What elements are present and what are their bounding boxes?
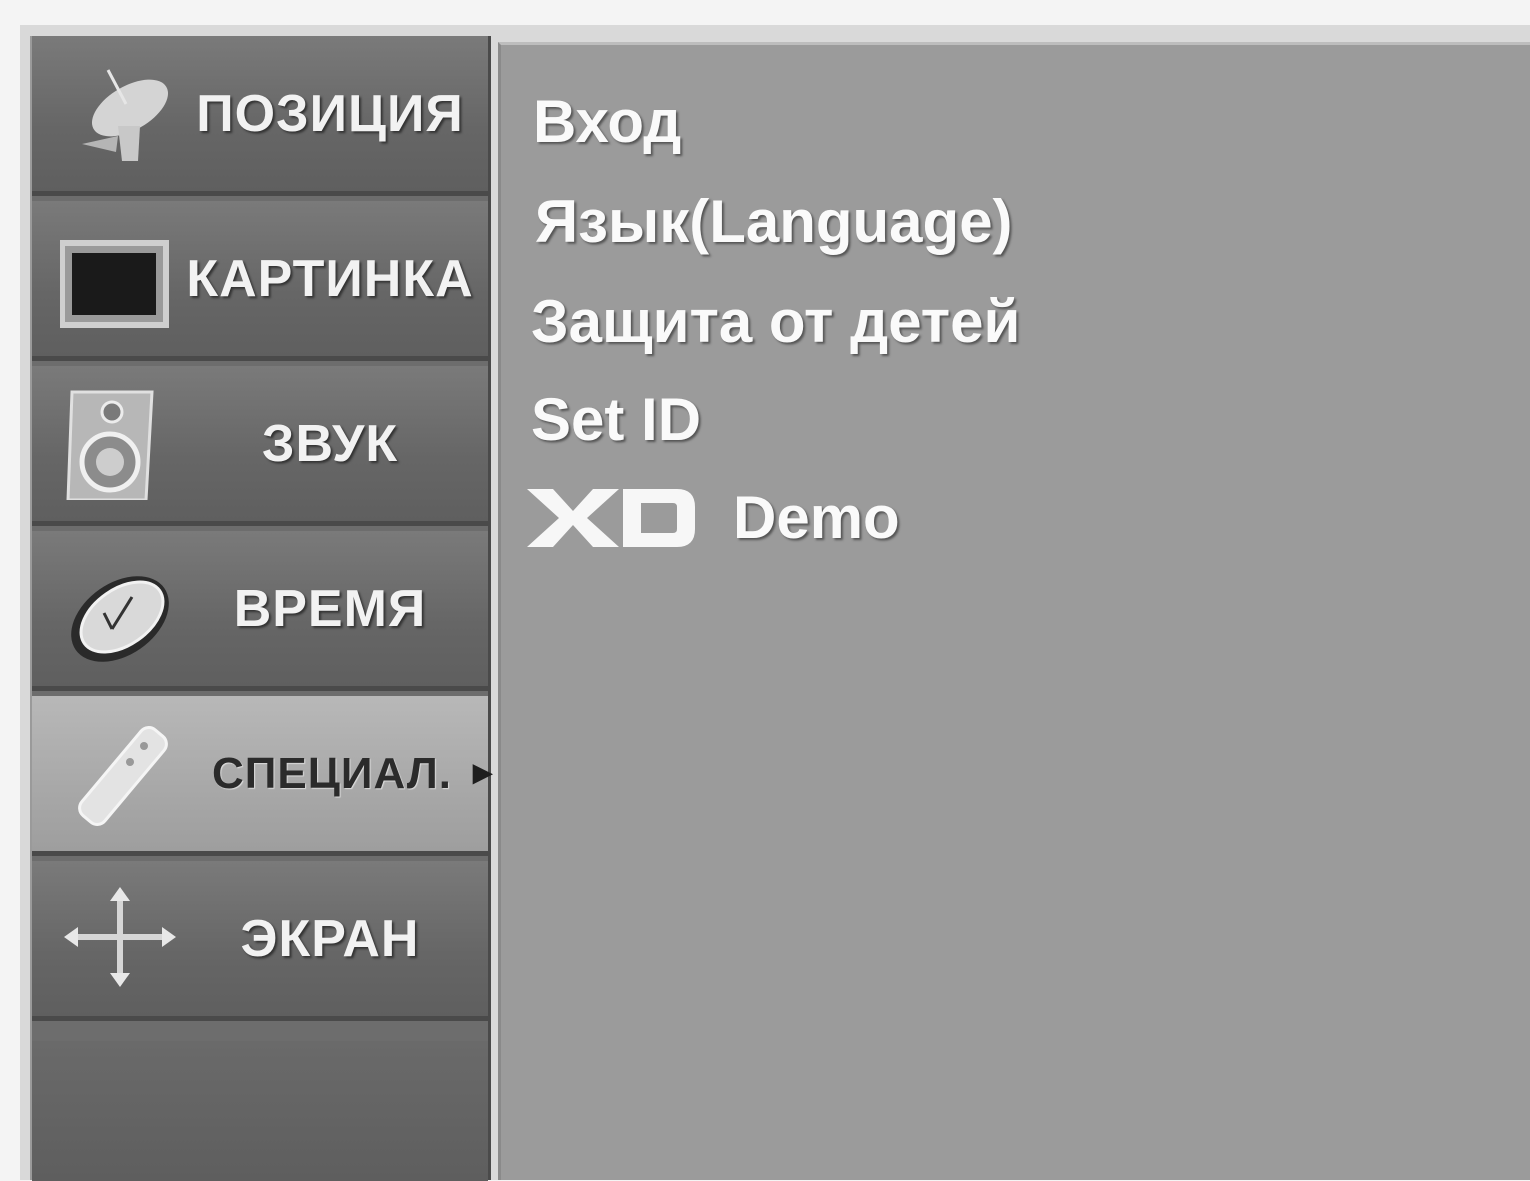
submenu-arrow-icon: ►: [465, 754, 501, 792]
sidebar-item-special[interactable]: СПЕЦИАЛ. ►: [32, 696, 500, 856]
xd-logo-icon: [527, 488, 695, 547]
sidebar-item-label: ПОЗИЦИЯ: [196, 84, 464, 143]
move-arrows-icon: [64, 887, 176, 987]
sidebar-item-label: ЭКРАН: [240, 909, 420, 968]
speaker-icon: [66, 390, 154, 500]
main-menu-sidebar: ПОЗИЦИЯ КАРТИНКА ЗВУК ВРЕМЯ СПЕЦИАЛ. ► Э…: [30, 36, 500, 1181]
sidebar-item-position[interactable]: ПОЗИЦИЯ: [32, 36, 488, 196]
submenu-panel: Вход Язык(Language) Защита от детей Set …: [498, 42, 1530, 1180]
menu-item-language[interactable]: Язык(Language): [535, 187, 1013, 256]
satellite-dish-icon: [82, 69, 168, 161]
remote-control-icon: [78, 726, 168, 826]
sidebar-item-label: СПЕЦИАЛ. ►: [212, 696, 500, 851]
sidebar-item-sound[interactable]: ЗВУК: [32, 366, 488, 526]
sidebar-empty-slot: [32, 1041, 488, 1181]
tv-screen-icon: [60, 240, 169, 328]
menu-item-xd-demo[interactable]: Demo: [527, 483, 900, 552]
sidebar-item-label-text: СПЕЦИАЛ.: [212, 748, 452, 798]
menu-item-input[interactable]: Вход: [533, 87, 681, 156]
menu-item-child-lock[interactable]: Защита от детей: [531, 287, 1020, 356]
sidebar-item-label: КАРТИНКА: [186, 249, 474, 308]
sidebar-item-label: ВРЕМЯ: [233, 579, 427, 638]
menu-item-label: Demo: [733, 484, 900, 551]
sidebar-item-label: ЗВУК: [261, 414, 399, 473]
clock-icon: [71, 576, 169, 662]
sidebar-item-screen[interactable]: ЭКРАН: [32, 861, 488, 1021]
sidebar-item-picture[interactable]: КАРТИНКА: [32, 201, 488, 361]
sidebar-item-time[interactable]: ВРЕМЯ: [32, 531, 488, 691]
menu-item-set-id[interactable]: Set ID: [531, 385, 701, 454]
